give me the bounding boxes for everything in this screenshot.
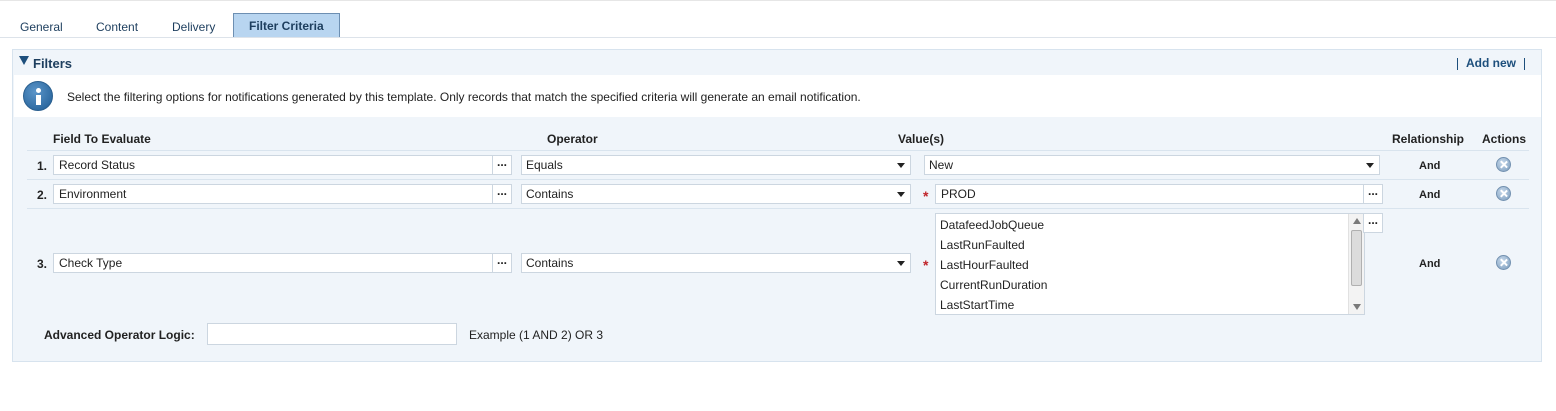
field-picker-button[interactable]: ... bbox=[492, 155, 512, 175]
tab-content[interactable]: Content bbox=[96, 13, 138, 37]
add-new-link[interactable]: Add new bbox=[1466, 56, 1516, 70]
required-marker: * bbox=[923, 188, 929, 204]
scrollbar-thumb[interactable] bbox=[1351, 230, 1362, 286]
advanced-logic-input[interactable] bbox=[207, 323, 457, 345]
list-item[interactable]: CurrentRunDuration bbox=[940, 278, 1047, 292]
row-number: 3. bbox=[37, 257, 48, 271]
separator bbox=[1457, 57, 1458, 70]
chevron-down-icon bbox=[897, 192, 905, 197]
value-input[interactable]: PROD bbox=[935, 184, 1365, 204]
delete-row-icon[interactable] bbox=[1496, 157, 1511, 172]
add-new-group: Add new bbox=[1449, 56, 1533, 70]
column-header-field: Field To Evaluate bbox=[53, 132, 151, 146]
info-text: Select the filtering options for notific… bbox=[67, 90, 861, 104]
info-banner: Select the filtering options for notific… bbox=[14, 75, 1541, 117]
row-number: 2. bbox=[37, 188, 48, 202]
list-item[interactable]: DatafeedJobQueue bbox=[940, 218, 1044, 232]
operator-select[interactable]: Contains bbox=[521, 253, 911, 273]
value-text: New bbox=[929, 158, 954, 172]
filter-row-3: 3. Check Type ... Contains * DatafeedJob… bbox=[27, 208, 1529, 318]
scroll-down-icon[interactable] bbox=[1353, 304, 1361, 310]
field-input[interactable]: Check Type bbox=[53, 253, 493, 273]
info-icon bbox=[23, 81, 53, 111]
row-number: 1. bbox=[37, 159, 48, 173]
column-header-actions: Actions bbox=[1482, 132, 1527, 146]
relationship-label: And bbox=[1419, 258, 1441, 270]
column-header-operator: Operator bbox=[547, 132, 598, 146]
value-picker-button[interactable]: ... bbox=[1363, 213, 1383, 233]
column-header-relationship: Relationship bbox=[1392, 132, 1465, 146]
delete-row-icon[interactable] bbox=[1496, 186, 1511, 201]
list-item[interactable]: LastHourFaulted bbox=[940, 258, 1029, 272]
relationship-label: And bbox=[1419, 189, 1441, 201]
operator-value: Equals bbox=[526, 158, 563, 172]
tab-delivery[interactable]: Delivery bbox=[172, 13, 215, 37]
collapse-triangle-icon[interactable] bbox=[19, 56, 29, 65]
filter-row-2: 2. Environment ... Contains * PROD ... A… bbox=[27, 179, 1529, 209]
filters-panel: Filters Add new Select the filtering opt… bbox=[12, 49, 1542, 362]
tab-bar: General Content Delivery Filter Criteria bbox=[0, 13, 1556, 38]
advanced-logic-label: Advanced Operator Logic: bbox=[44, 328, 195, 342]
operator-value: Contains bbox=[526, 187, 574, 201]
scroll-up-icon[interactable] bbox=[1353, 218, 1361, 224]
field-picker-button[interactable]: ... bbox=[492, 253, 512, 273]
relationship-label: And bbox=[1419, 160, 1441, 172]
advanced-logic-example: Example (1 AND 2) OR 3 bbox=[469, 328, 604, 342]
filters-title: Filters bbox=[33, 56, 73, 71]
required-marker: * bbox=[923, 257, 929, 273]
field-input[interactable]: Environment bbox=[53, 184, 493, 204]
filter-row-1: 1. Record Status ... Equals New And bbox=[27, 150, 1529, 180]
listbox-scrollbar[interactable] bbox=[1348, 214, 1364, 314]
top-divider bbox=[0, 0, 1556, 1]
chevron-down-icon bbox=[1366, 163, 1374, 168]
list-item[interactable]: LastStartTime bbox=[940, 298, 1014, 312]
filters-header: Filters Add new bbox=[13, 50, 1541, 74]
field-input[interactable]: Record Status bbox=[53, 155, 493, 175]
chevron-down-icon bbox=[897, 163, 905, 168]
column-header-values: Value(s) bbox=[898, 132, 945, 146]
tab-general[interactable]: General bbox=[20, 13, 63, 37]
operator-value: Contains bbox=[526, 256, 574, 270]
value-select[interactable]: New bbox=[924, 155, 1380, 175]
list-item[interactable]: LastRunFaulted bbox=[940, 238, 1025, 252]
operator-select[interactable]: Equals bbox=[521, 155, 911, 175]
value-picker-button[interactable]: ... bbox=[1363, 184, 1383, 204]
delete-row-icon[interactable] bbox=[1496, 255, 1511, 270]
value-listbox[interactable]: DatafeedJobQueue LastRunFaulted LastHour… bbox=[935, 213, 1365, 315]
separator bbox=[1524, 57, 1525, 70]
operator-select[interactable]: Contains bbox=[521, 184, 911, 204]
tab-filter-criteria[interactable]: Filter Criteria bbox=[233, 13, 340, 37]
field-picker-button[interactable]: ... bbox=[492, 184, 512, 204]
chevron-down-icon bbox=[897, 261, 905, 266]
